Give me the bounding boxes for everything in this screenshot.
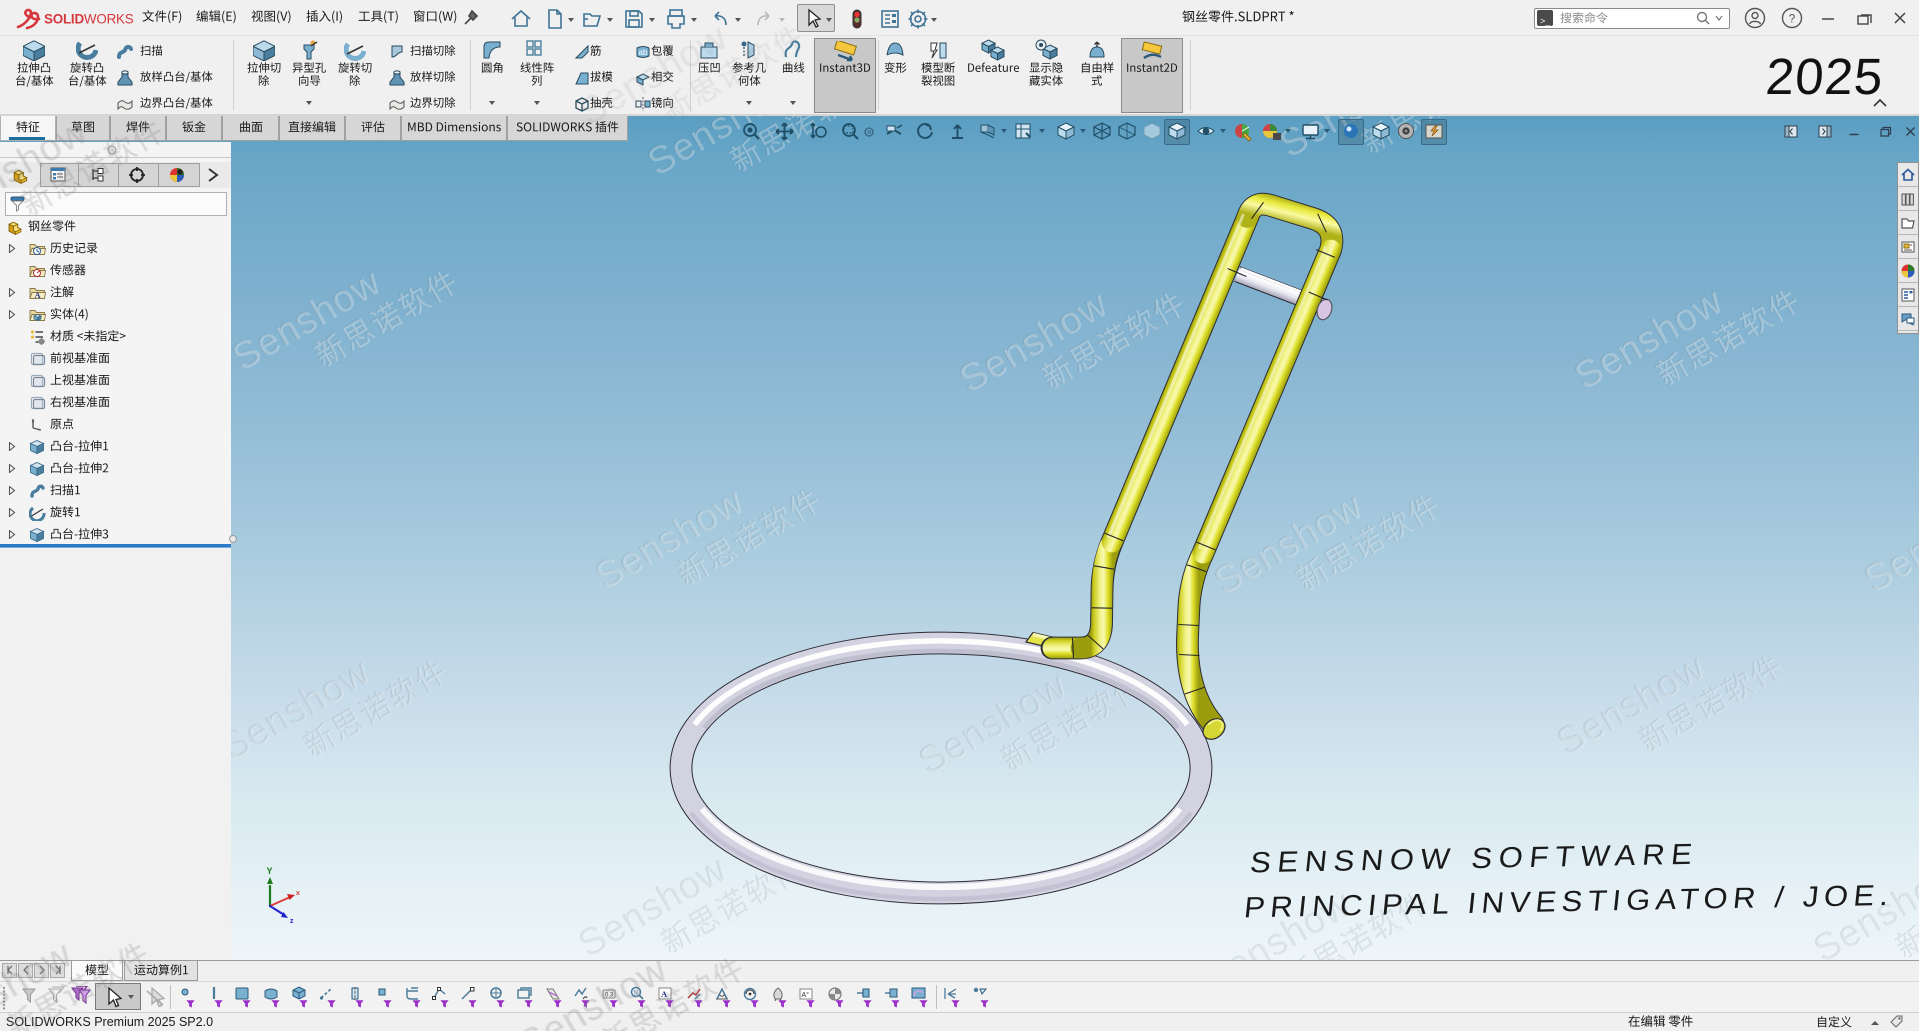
svg-text:Y: Y (267, 866, 273, 876)
svg-text:x: x (296, 890, 300, 897)
svg-text:SOLIDWORKS: SOLIDWORKS (44, 12, 134, 27)
svg-text:z: z (290, 918, 294, 925)
svg-text:A: A (35, 290, 42, 300)
svg-text:?: ? (1789, 12, 1796, 26)
svg-text:A°: A° (802, 991, 810, 999)
